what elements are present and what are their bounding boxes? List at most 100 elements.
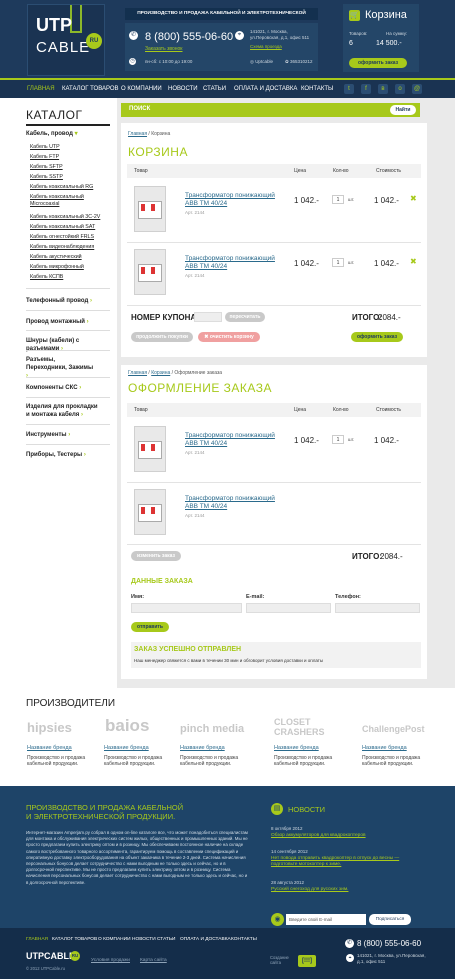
- footer-nav-contacts[interactable]: Контакты: [231, 937, 257, 942]
- news-link[interactable]: Нет повода отправить квадрокоптер в отпу…: [271, 856, 411, 868]
- skype-contact[interactable]: ◎ Uptcable: [250, 59, 273, 65]
- nav-item-catalog[interactable]: Каталог товаров: [62, 80, 119, 98]
- cart-title[interactable]: Корзина: [365, 9, 407, 21]
- sidebar-item-frls[interactable]: Кабель огнестойкий FRLS: [30, 234, 94, 240]
- sidebar-item-acoustic[interactable]: Кабель акустический: [30, 254, 82, 260]
- subscribe-button[interactable]: Подписаться: [369, 914, 411, 925]
- remove-item-icon[interactable]: ✖: [410, 257, 417, 266]
- recalc-button[interactable]: пересчитать: [225, 312, 265, 322]
- change-order-button[interactable]: изменить заказ: [131, 551, 181, 561]
- footer-nav-delivery[interactable]: Оплата и доставка: [180, 937, 231, 942]
- quantity-unit: шт.: [348, 437, 355, 442]
- coupon-input[interactable]: [194, 312, 222, 322]
- product-image[interactable]: [134, 489, 166, 535]
- sitemap-link[interactable]: Карта сайта: [140, 958, 167, 963]
- header-phone[interactable]: 8 (800) 555-06-60: [145, 31, 233, 43]
- sidebar-section-label: Инструменты: [26, 432, 67, 438]
- creator-logo-icon[interactable]: [!!!]: [298, 955, 316, 967]
- product-name-link[interactable]: Трансформатор понижающий ABB TM 40/24: [185, 255, 275, 271]
- product-name-link[interactable]: Трансформатор понижающий ABB TM 40/24: [185, 192, 275, 208]
- footer-phone[interactable]: 8 (800) 555-06-60: [357, 939, 421, 948]
- sidebar-item-microphone[interactable]: Кабель микрофонный: [30, 264, 84, 270]
- map-link[interactable]: Схема проезда: [250, 44, 282, 49]
- breadcrumb-cart-link[interactable]: Корзина: [151, 370, 170, 376]
- sidebar-item-kspv[interactable]: Кабель КСПВ: [30, 274, 63, 280]
- sidebar-item-3c2v[interactable]: Кабель коаксиальный 3С-2V: [30, 214, 100, 220]
- footer-logo[interactable]: UTPCABLE: [26, 951, 75, 961]
- breadcrumb-home-link[interactable]: Главная: [128, 370, 147, 376]
- remove-item-icon[interactable]: ✖: [410, 194, 417, 203]
- sidebar-section-cable[interactable]: Кабель, провод ▾: [26, 130, 78, 138]
- send-button[interactable]: отправить: [131, 622, 169, 632]
- footer-nav-home[interactable]: Главная: [26, 937, 48, 942]
- callback-link[interactable]: Заказать звонок: [145, 46, 182, 52]
- brand-link[interactable]: Название бренда: [274, 745, 319, 751]
- clear-cart-button[interactable]: ✖ очистить корзину: [198, 332, 260, 342]
- brand-link[interactable]: Название бренда: [362, 745, 407, 751]
- quantity-input[interactable]: 1: [332, 258, 344, 267]
- footer-nav-news[interactable]: Новости: [132, 937, 156, 942]
- facebook-icon[interactable]: f: [361, 84, 371, 94]
- phone-field[interactable]: [335, 603, 420, 613]
- nav-item-articles[interactable]: Статьи: [203, 80, 226, 98]
- brand-logo[interactable]: CLOSET CRASHERS: [274, 717, 344, 737]
- odnoklassniki-icon[interactable]: о: [395, 84, 405, 94]
- product-image[interactable]: [134, 249, 166, 295]
- sidebar-item-microcoaxial[interactable]: Кабель коаксиальный Microcoaxial: [30, 194, 90, 208]
- footer-nav-articles[interactable]: Статьи: [157, 937, 175, 942]
- sidebar-section-phone-wire[interactable]: Телефонный провод ›: [26, 297, 92, 305]
- continue-shopping-button[interactable]: продолжить покупки: [131, 332, 193, 342]
- checkout-button[interactable]: оформить заказ: [351, 332, 403, 342]
- sidebar-item-rg[interactable]: Кабель коаксиальный RG: [30, 184, 93, 190]
- sidebar-item-cctv[interactable]: Кабель видеонаблюдения: [30, 244, 94, 250]
- product-image[interactable]: [134, 426, 166, 472]
- nav-item-news[interactable]: Новости: [168, 80, 198, 98]
- product-name-link[interactable]: Трансформатор понижающий ABB TM 40/24: [185, 495, 275, 511]
- sidebar-item-sat[interactable]: Кабель коаксиальный SAT: [30, 224, 95, 230]
- news-title[interactable]: НОВОСТИ: [288, 805, 325, 814]
- news-link[interactable]: Обзор аккумуляторов для квадрокоптеров: [271, 833, 366, 838]
- sidebar-item-ftp[interactable]: Кабель FTP: [30, 154, 59, 160]
- brand-link[interactable]: Название бренда: [104, 745, 149, 751]
- name-field[interactable]: [131, 603, 242, 613]
- sidebar-item-sstp[interactable]: Кабель SSTP: [30, 174, 63, 180]
- breadcrumb-home-link[interactable]: Главная: [128, 131, 147, 137]
- news-link[interactable]: Русский снегоход для русских зим.: [271, 887, 348, 892]
- footer-nav-about[interactable]: О компании: [98, 937, 131, 942]
- product-name-link[interactable]: Трансформатор понижающий ABB TM 40/24: [185, 432, 275, 448]
- terms-link[interactable]: Условия продажи: [91, 958, 130, 963]
- sidebar-section-testers[interactable]: Приборы, Тестеры ›: [26, 451, 86, 459]
- sidebar-section-installation[interactable]: Изделия для прокладки и монтажа кабеля ›: [26, 403, 98, 419]
- search-input[interactable]: [161, 105, 381, 115]
- search-button[interactable]: Найти: [390, 105, 416, 115]
- brand-logo[interactable]: pinch media: [180, 723, 244, 735]
- nav-item-about[interactable]: О компании: [121, 80, 162, 98]
- nav-item-contacts[interactable]: Контакты: [301, 80, 333, 98]
- header-checkout-button[interactable]: оформить заказ: [349, 58, 407, 68]
- brand-link[interactable]: Название бренда: [27, 745, 72, 751]
- vk-icon[interactable]: в: [378, 84, 388, 94]
- footer-nav: Главная Каталог товаров О компании Новос…: [26, 935, 346, 945]
- subscribe-email-input[interactable]: Введите свой E-mail: [286, 914, 366, 925]
- sidebar-item-utp[interactable]: Кабель UTP: [30, 144, 60, 150]
- icq-contact[interactable]: ✿ 365310212: [285, 59, 313, 65]
- nav-item-home[interactable]: Главная: [27, 80, 55, 98]
- brand-logo[interactable]: hipsies: [27, 720, 72, 735]
- sidebar-section-tools[interactable]: Инструменты ›: [26, 431, 70, 439]
- brand-logo[interactable]: ChallengePost: [362, 724, 425, 734]
- product-image[interactable]: [134, 186, 166, 232]
- email-field[interactable]: [246, 603, 331, 613]
- twitter-icon[interactable]: t: [344, 84, 354, 94]
- site-logo[interactable]: UTP CABLE RU: [27, 4, 105, 76]
- quantity-input[interactable]: 1: [332, 435, 344, 444]
- nav-item-delivery[interactable]: Оплата и доставка: [234, 80, 297, 98]
- work-hours: пн-сб: с 10:00 до 19:00: [145, 59, 193, 64]
- sidebar-item-sftp[interactable]: Кабель SFTP: [30, 164, 63, 170]
- quantity-input[interactable]: 1: [332, 195, 344, 204]
- sidebar-section-sks[interactable]: Компоненты СКС ›: [26, 384, 81, 392]
- brand-link[interactable]: Название бренда: [180, 745, 225, 751]
- footer-nav-catalog[interactable]: Каталог товаров: [52, 937, 97, 942]
- mailru-icon[interactable]: @: [412, 84, 422, 94]
- brand-logo[interactable]: baios: [105, 716, 149, 736]
- sidebar-section-mount-wire[interactable]: Провод монтажный ›: [26, 318, 89, 326]
